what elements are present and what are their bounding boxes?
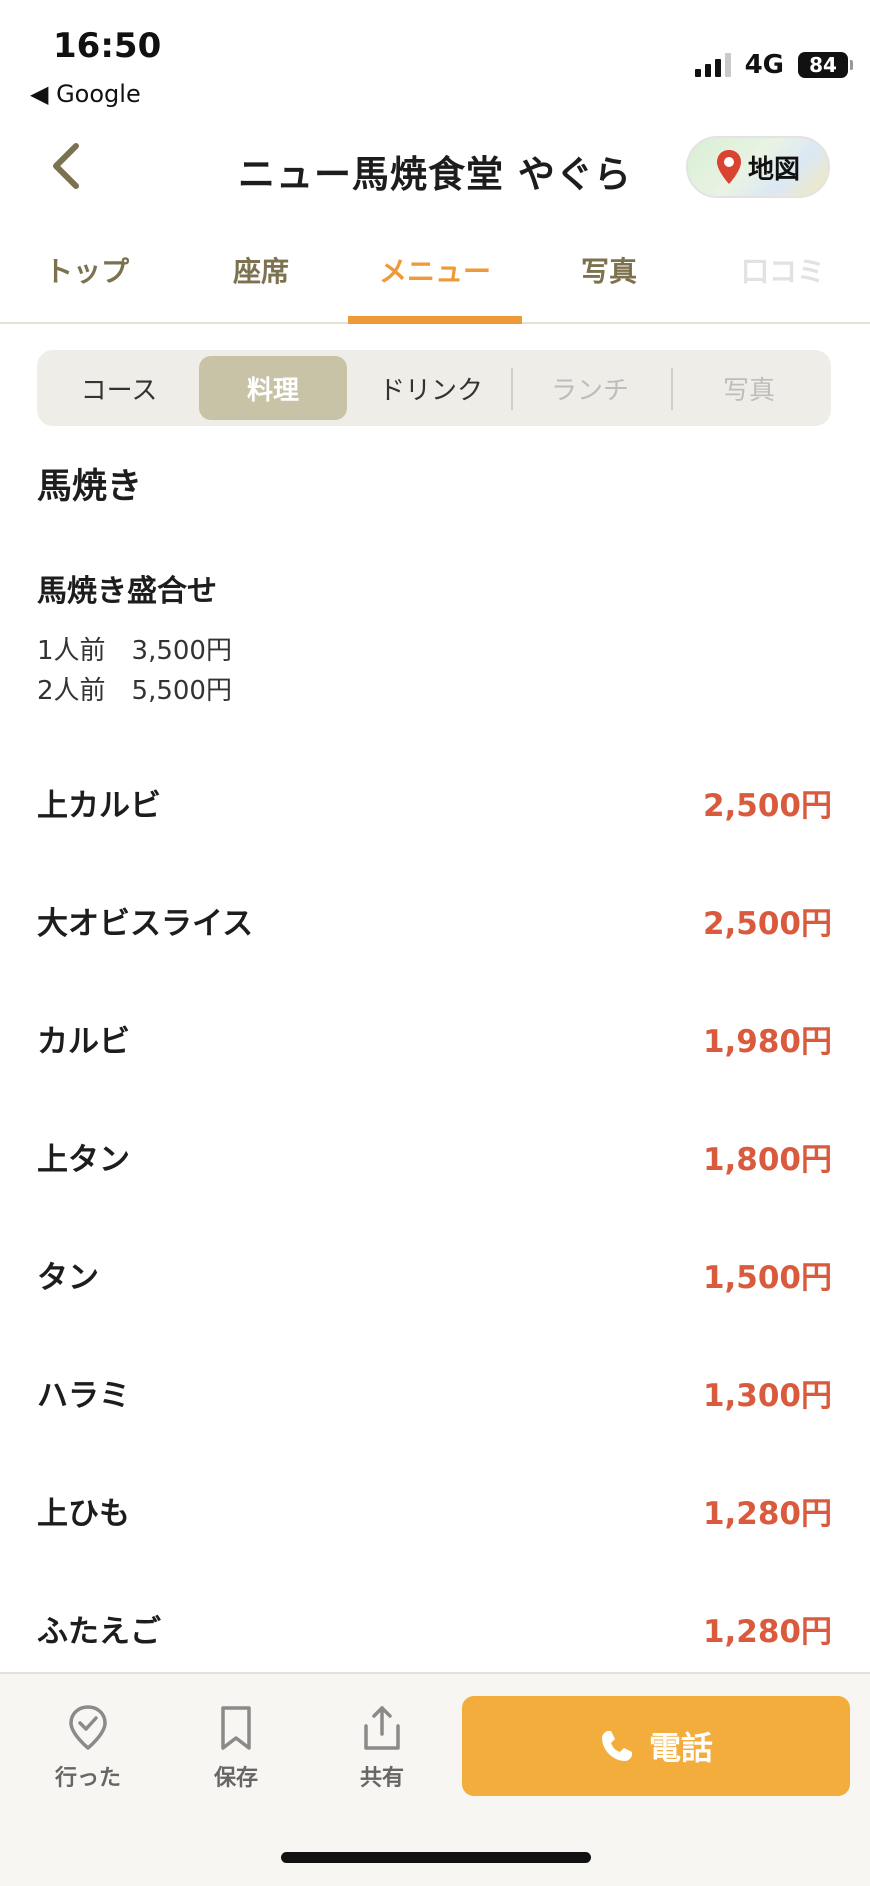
menu-item-price: 1,500円 [702, 1260, 832, 1296]
menu-item-price: 1,980円 [702, 1024, 832, 1060]
tab-menu[interactable]: メニュー [348, 250, 522, 290]
visited-button[interactable]: 行った [28, 1704, 148, 1792]
bookmark-icon [221, 1706, 251, 1750]
call-label: 電話 [648, 1729, 713, 1767]
home-indicator [281, 1852, 591, 1863]
tab-active-underline [348, 316, 522, 324]
filter-lunch[interactable]: ランチ [516, 356, 664, 420]
page-title: ニュー馬焼食堂 やぐら [238, 153, 632, 196]
filter-divider [511, 368, 513, 410]
save-label: 保存 [213, 1766, 258, 1791]
category-heading: 馬焼き [37, 467, 143, 507]
tab-reviews[interactable]: 口コミ [696, 250, 870, 290]
save-button[interactable]: 保存 [176, 1704, 296, 1792]
map-button[interactable]: 地図 [686, 136, 830, 198]
check-badge-icon [69, 1705, 107, 1750]
menu-filter: コース 料理 ドリンク ランチ 写真 [37, 350, 831, 426]
menu-item-price: 1,280円 [702, 1614, 832, 1650]
battery-level: 84 [809, 53, 837, 77]
combo-price-line: 2人前 5,500円 [37, 676, 232, 706]
menu-item-price: 1,800円 [702, 1142, 832, 1178]
menu-item-name: 大オビスライス [37, 906, 254, 942]
share-button[interactable]: 共有 [322, 1704, 442, 1792]
menu-item-name: 上カルビ [37, 788, 161, 824]
status-indicators: 4G 84 [694, 50, 853, 80]
chevron-left-icon [53, 143, 79, 189]
menu-item-name: タン [37, 1260, 99, 1296]
menu-item-name: 上ひも [37, 1496, 130, 1532]
menu-item-price: 1,300円 [702, 1378, 832, 1414]
tab-seats[interactable]: 座席 [174, 250, 348, 290]
visited-label: 行った [54, 1766, 121, 1791]
battery-icon: 84 [798, 52, 853, 78]
tab-photos[interactable]: 写真 [522, 250, 696, 290]
menu-item-price: 2,500円 [702, 906, 832, 942]
filter-drink[interactable]: ドリンク [357, 356, 505, 420]
back-button[interactable] [36, 136, 96, 196]
menu-item-price: 1,280円 [702, 1496, 832, 1532]
menu-item-name: ふたえご [37, 1614, 161, 1650]
filter-divider [671, 368, 673, 410]
filter-food[interactable]: 料理 [199, 356, 347, 420]
share-label: 共有 [359, 1766, 404, 1791]
tab-bar: トップ 座席 メニュー 写真 口コミ [0, 236, 870, 324]
menu-item-name: ハラミ [37, 1378, 130, 1414]
combo-price-line: 1人前 3,500円 [37, 636, 232, 666]
back-to-google-link[interactable]: ◀ Google [30, 80, 141, 108]
share-icon [364, 1706, 400, 1750]
filter-photos[interactable]: 写真 [675, 356, 823, 420]
menu-item-price: 2,500円 [702, 788, 832, 824]
call-button[interactable]: 電話 [462, 1696, 850, 1796]
network-type: 4G [744, 50, 784, 80]
status-time: 16:50 [53, 26, 162, 66]
menu-item-name: カルビ [37, 1024, 130, 1060]
map-button-label: 地図 [747, 154, 800, 185]
signal-icon [694, 53, 731, 77]
filter-course[interactable]: コース [45, 356, 193, 420]
combo-item-name: 馬焼き盛合せ [37, 574, 217, 609]
phone-icon [601, 1731, 632, 1761]
tab-top[interactable]: トップ [0, 250, 174, 290]
menu-item-name: 上タン [37, 1142, 130, 1178]
map-pin-icon [716, 150, 741, 184]
